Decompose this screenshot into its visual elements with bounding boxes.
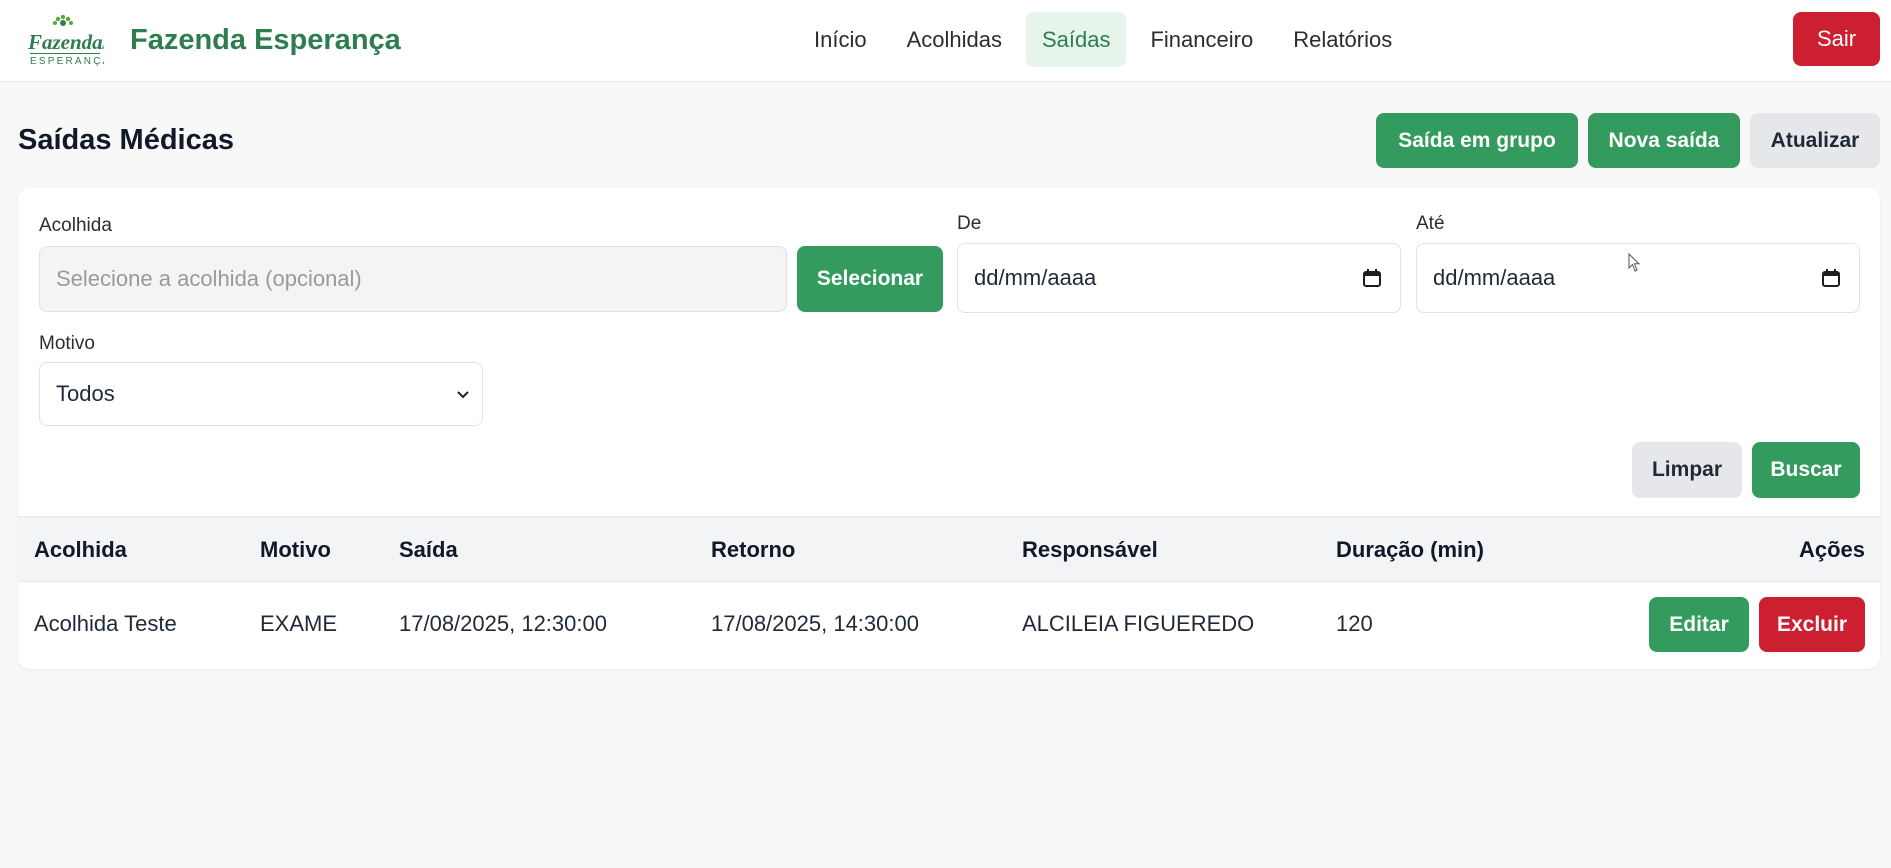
cell-duracao: 120 <box>1336 611 1373 636</box>
fazenda-logo[interactable]: Fazenda da ESPERANÇA <box>27 13 109 67</box>
nav-saidas[interactable]: Saídas <box>1025 12 1127 67</box>
reason-select[interactable]: Todos <box>39 362 483 426</box>
col-acoes: Ações <box>1798 537 1865 562</box>
cell-retorno: 17/08/2025, 14:30:00 <box>711 611 919 636</box>
svg-text:ESPERANÇA: ESPERANÇA <box>30 56 104 67</box>
nav-financeiro[interactable]: Financeiro <box>1134 12 1269 67</box>
acolhida-placeholder: Selecione a acolhida (opcional) <box>56 266 362 291</box>
calendar-icon[interactable] <box>1821 268 1841 288</box>
mouse-cursor-icon <box>1628 253 1641 272</box>
cell-saida: 17/08/2025, 12:30:00 <box>399 611 607 636</box>
col-motivo: Motivo <box>260 537 331 562</box>
clear-button[interactable]: Limpar <box>1632 442 1742 498</box>
col-responsavel: Responsável <box>1022 537 1158 562</box>
select-acolhida-button[interactable]: Selecionar <box>797 246 943 312</box>
group-exit-button[interactable]: Saída em grupo <box>1376 113 1578 168</box>
new-exit-button[interactable]: Nova saída <box>1588 113 1740 168</box>
search-button[interactable]: Buscar <box>1752 442 1860 498</box>
exits-card: Acolhida Selecione a acolhida (opcional)… <box>18 188 1880 669</box>
acolhida-label: Acolhida <box>39 215 112 236</box>
brand-name: Fazenda Esperança <box>130 24 401 56</box>
delete-button[interactable]: Excluir <box>1759 597 1865 652</box>
calendar-icon[interactable] <box>1362 268 1382 288</box>
from-date-label: De <box>957 213 982 234</box>
nav-acolhidas[interactable]: Acolhidas <box>891 12 1018 67</box>
table-row: Acolhida Teste EXAME 17/08/2025, 12:30:0… <box>18 582 1880 669</box>
top-navbar: Fazenda da ESPERANÇA Fazenda Esperança I… <box>0 0 1891 82</box>
svg-text:Fazenda: Fazenda <box>28 30 103 54</box>
nav-inicio[interactable]: Início <box>798 12 883 67</box>
col-duracao: Duração (min) <box>1336 537 1484 562</box>
reason-label: Motivo <box>39 333 95 354</box>
chevron-down-icon <box>457 391 469 399</box>
col-acolhida: Acolhida <box>34 537 127 562</box>
main-nav: Início Acolhidas Saídas Financeiro Relat… <box>798 12 1408 67</box>
cell-acolhida: Acolhida Teste <box>34 611 177 636</box>
col-retorno: Retorno <box>711 537 796 562</box>
col-saida: Saída <box>399 537 458 562</box>
reason-selected-value: Todos <box>56 381 115 406</box>
acolhida-input[interactable]: Selecione a acolhida (opcional) <box>39 246 787 312</box>
logout-button[interactable]: Sair <box>1793 12 1880 66</box>
from-date-input[interactable]: dd/mm/aaaa <box>957 243 1401 313</box>
cell-responsavel: ALCILEIA FIGUEREDO <box>1022 611 1255 636</box>
svg-text:da: da <box>98 45 104 51</box>
cell-motivo: EXAME <box>260 611 338 636</box>
to-date-label: Até <box>1416 213 1445 234</box>
nav-relatorios[interactable]: Relatórios <box>1277 12 1408 67</box>
refresh-button[interactable]: Atualizar <box>1750 113 1880 168</box>
from-date-value: dd/mm/aaaa <box>974 265 1097 290</box>
edit-button[interactable]: Editar <box>1649 597 1749 652</box>
to-date-value: dd/mm/aaaa <box>1433 265 1556 290</box>
page-title: Saídas Médicas <box>18 124 234 156</box>
table-header: Acolhida Motivo Saída Retorno Responsáve… <box>18 516 1880 582</box>
